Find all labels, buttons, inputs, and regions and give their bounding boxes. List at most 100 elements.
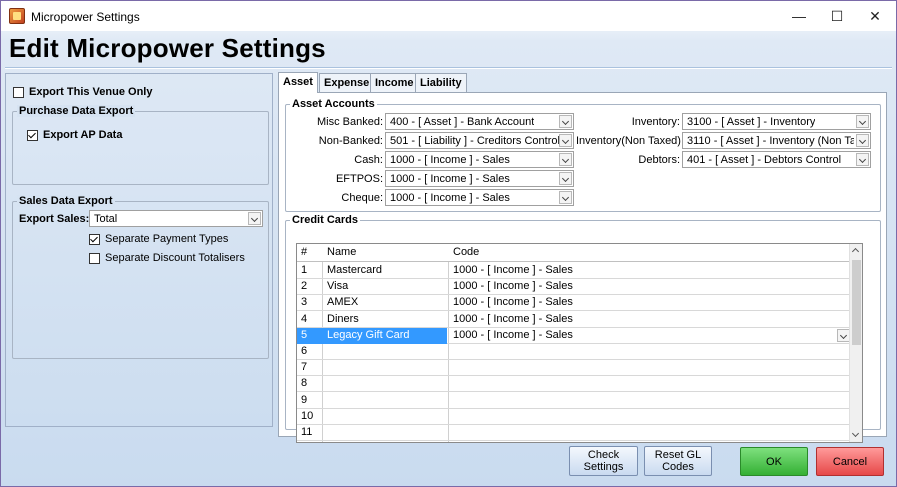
cancel-button[interactable]: Cancel xyxy=(816,447,884,476)
check-settings-button[interactable]: Check Settings xyxy=(569,446,638,476)
export-ap-box[interactable] xyxy=(27,129,38,141)
title-bar[interactable]: Micropower Settings — ☐ ✕ xyxy=(1,1,896,31)
chevron-down-icon[interactable] xyxy=(559,153,572,166)
row-number-cell[interactable]: 3 xyxy=(301,296,307,308)
table-row[interactable]: 5 Legacy Gift Card 1000 - [ Income ] - Sal… xyxy=(297,327,851,344)
table-row[interactable]: 7 xyxy=(297,360,851,377)
inventory-dropdown[interactable]: 3100 - [ Asset ] - Inventory xyxy=(682,113,871,130)
inventory-value: 3100 - [ Asset ] - Inventory xyxy=(687,116,816,128)
table-row[interactable]: 3 AMEX 1000 - [ Income ] - Sales xyxy=(297,295,851,312)
row-code-cell[interactable]: 1000 - [ Income ] - Sales xyxy=(453,313,573,325)
row-code-dropdown[interactable] xyxy=(449,328,851,344)
table-row[interactable]: 2 Visa 1000 - [ Income ] - Sales xyxy=(297,279,851,296)
row-code-cell[interactable]: 1000 - [ Income ] - Sales xyxy=(453,280,573,292)
row-number-cell[interactable]: 10 xyxy=(301,410,313,422)
export-ap-checkbox[interactable]: Export AP Data xyxy=(27,129,122,141)
debtors-dropdown[interactable]: 401 - [ Asset ] - Debtors Control xyxy=(682,151,871,168)
inventory-non-taxed-dropdown[interactable]: 3110 - [ Asset ] - Inventory (Non Taxed) xyxy=(682,132,871,149)
row-number-cell[interactable]: 1 xyxy=(301,264,307,276)
scroll-thumb[interactable] xyxy=(852,260,861,345)
row-name-cell[interactable]: Visa xyxy=(327,280,348,292)
table-row[interactable]: 1 Mastercard 1000 - [ Income ] - Sales xyxy=(297,263,851,279)
chevron-down-icon[interactable] xyxy=(559,134,572,147)
tab-asset[interactable]: Asset xyxy=(278,72,318,93)
cheque-label: Cheque: xyxy=(341,192,383,204)
scroll-up-icon[interactable] xyxy=(851,247,860,256)
account-tabs: Asset Expense Income Liability Asset Acc… xyxy=(278,72,887,443)
table-row[interactable]: 6 xyxy=(297,344,851,360)
left-options-panel: Export This Venue Only Purchase Data Exp… xyxy=(5,73,273,427)
row-code-cell[interactable]: 1000 - [ Income ] - Sales xyxy=(453,264,573,276)
close-icon[interactable]: ✕ xyxy=(857,1,893,31)
export-sales-dropdown[interactable]: Total xyxy=(89,210,263,227)
row-number-cell[interactable]: 11 xyxy=(301,426,312,438)
row-number-cell[interactable]: 8 xyxy=(301,377,307,389)
credit-cards-grid[interactable]: # Name Code 1 Mastercard 1000 - [ Income ]… xyxy=(296,243,863,443)
row-code-cell[interactable]: 1000 - [ Income ] - Sales xyxy=(453,296,573,308)
debtors-value: 401 - [ Asset ] - Debtors Control xyxy=(687,154,842,166)
separate-payment-types-box[interactable] xyxy=(89,233,100,245)
column-header-name[interactable]: Name xyxy=(327,246,356,258)
chevron-down-icon[interactable] xyxy=(856,153,869,166)
misc-banked-label: Misc Banked: xyxy=(316,116,383,128)
grid-scrollbar[interactable] xyxy=(849,244,862,442)
row-number-cell[interactable]: 4 xyxy=(301,313,307,325)
heading-divider xyxy=(5,67,892,69)
table-row[interactable]: 8 xyxy=(297,376,851,393)
cash-dropdown[interactable]: 1000 - [ Income ] - Sales xyxy=(385,151,574,168)
sales-group-title: Sales Data Export xyxy=(17,195,115,207)
non-banked-label: Non-Banked: xyxy=(318,135,383,147)
table-row[interactable]: 10 xyxy=(297,409,851,425)
misc-banked-value: 400 - [ Asset ] - Bank Account xyxy=(390,116,535,128)
table-row[interactable]: 9 xyxy=(297,393,851,409)
column-header-number[interactable]: # xyxy=(301,246,307,258)
table-row[interactable]: 4 Diners 1000 - [ Income ] - Sales xyxy=(297,312,851,328)
tab-liability[interactable]: Liability xyxy=(415,73,467,92)
chevron-down-icon[interactable] xyxy=(559,191,572,204)
eftpos-dropdown[interactable]: 1000 - [ Income ] - Sales xyxy=(385,170,574,187)
window-title: Micropower Settings xyxy=(31,10,140,24)
maximize-icon[interactable]: ☐ xyxy=(819,1,855,31)
row-number-cell[interactable]: 5 xyxy=(301,329,307,341)
misc-banked-dropdown[interactable]: 400 - [ Asset ] - Bank Account xyxy=(385,113,574,130)
cheque-value: 1000 - [ Income ] - Sales xyxy=(390,192,510,204)
chevron-down-icon[interactable] xyxy=(856,115,869,128)
grid-header: # Name Code xyxy=(297,244,851,262)
scroll-down-icon[interactable] xyxy=(851,429,860,438)
asset-accounts-group: Asset Accounts Misc Banked: 400 - [ Asse… xyxy=(285,98,881,212)
export-venue-only-box[interactable] xyxy=(13,86,24,98)
ok-button[interactable]: OK xyxy=(740,447,808,476)
settings-window: Micropower Settings — ☐ ✕ Edit Micropowe… xyxy=(0,0,897,487)
reset-gl-codes-button[interactable]: Reset GL Codes xyxy=(644,446,712,476)
column-header-code[interactable]: Code xyxy=(453,246,479,258)
tab-income[interactable]: Income xyxy=(370,73,419,92)
row-number-cell[interactable]: 9 xyxy=(301,394,307,406)
tab-expense[interactable]: Expense xyxy=(319,73,375,92)
chevron-down-icon[interactable] xyxy=(559,115,572,128)
row-name-cell[interactable]: Diners xyxy=(327,313,359,325)
export-sales-value: Total xyxy=(94,213,118,225)
inventory-non-taxed-label: Inventory(Non Taxed): xyxy=(576,135,685,147)
sales-data-export-group: Sales Data Export Export Sales: Total Se… xyxy=(12,195,269,359)
cheque-dropdown[interactable]: 1000 - [ Income ] - Sales xyxy=(385,189,574,206)
export-venue-only-checkbox[interactable]: Export This Venue Only xyxy=(13,86,152,98)
minimize-icon[interactable]: — xyxy=(781,1,817,31)
chevron-down-icon[interactable] xyxy=(248,212,261,225)
inventory-label: Inventory: xyxy=(631,116,680,128)
separate-discount-totalisers-checkbox[interactable]: Separate Discount Totalisers xyxy=(89,252,245,264)
non-banked-value: 501 - [ Liability ] - Creditors Control xyxy=(390,135,560,147)
row-name-cell[interactable]: Mastercard xyxy=(327,264,382,276)
row-name-cell[interactable]: AMEX xyxy=(327,296,358,308)
separate-discount-totalisers-box[interactable] xyxy=(89,252,100,264)
non-banked-dropdown[interactable]: 501 - [ Liability ] - Creditors Control xyxy=(385,132,574,149)
chevron-down-icon[interactable] xyxy=(856,134,869,147)
separate-payment-types-checkbox[interactable]: Separate Payment Types xyxy=(89,233,228,245)
row-number-cell[interactable]: 6 xyxy=(301,345,307,357)
export-sales-label: Export Sales: xyxy=(19,213,90,225)
table-row[interactable]: 11 xyxy=(297,425,851,441)
row-number-cell[interactable]: 7 xyxy=(301,361,307,373)
row-number-cell[interactable]: 2 xyxy=(301,280,307,292)
chevron-down-icon[interactable] xyxy=(559,172,572,185)
row-name-cell[interactable]: Legacy Gift Card xyxy=(327,329,410,341)
asset-accounts-title: Asset Accounts xyxy=(290,98,377,110)
